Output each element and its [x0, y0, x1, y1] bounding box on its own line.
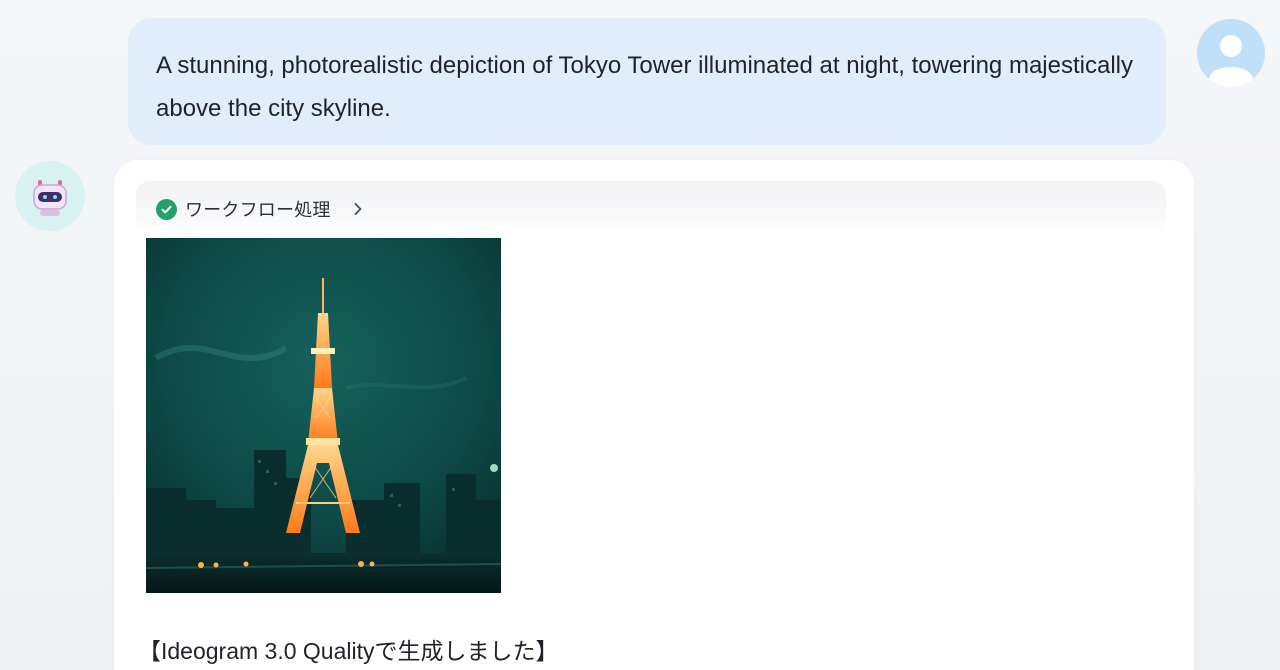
chevron-right-icon — [351, 202, 365, 216]
workflow-label: ワークフロー処理 — [185, 200, 331, 220]
check-circle-icon — [156, 198, 177, 220]
user-message-bubble: A stunning, photorealistic depiction of … — [128, 18, 1166, 145]
user-avatar-icon[interactable] — [1197, 19, 1265, 87]
user-message-text: A stunning, photorealistic depiction of … — [156, 52, 1133, 122]
robot-avatar-icon[interactable] — [15, 161, 85, 231]
workflow-toggle-button[interactable]: ワークフロー処理 — [156, 196, 365, 222]
generated-image[interactable] — [145, 238, 502, 593]
image-caption: 【Ideogram 3.0 Qualityで生成しました】 — [138, 638, 559, 664]
chat-window: A stunning, photorealistic depiction of … — [0, 0, 1280, 670]
